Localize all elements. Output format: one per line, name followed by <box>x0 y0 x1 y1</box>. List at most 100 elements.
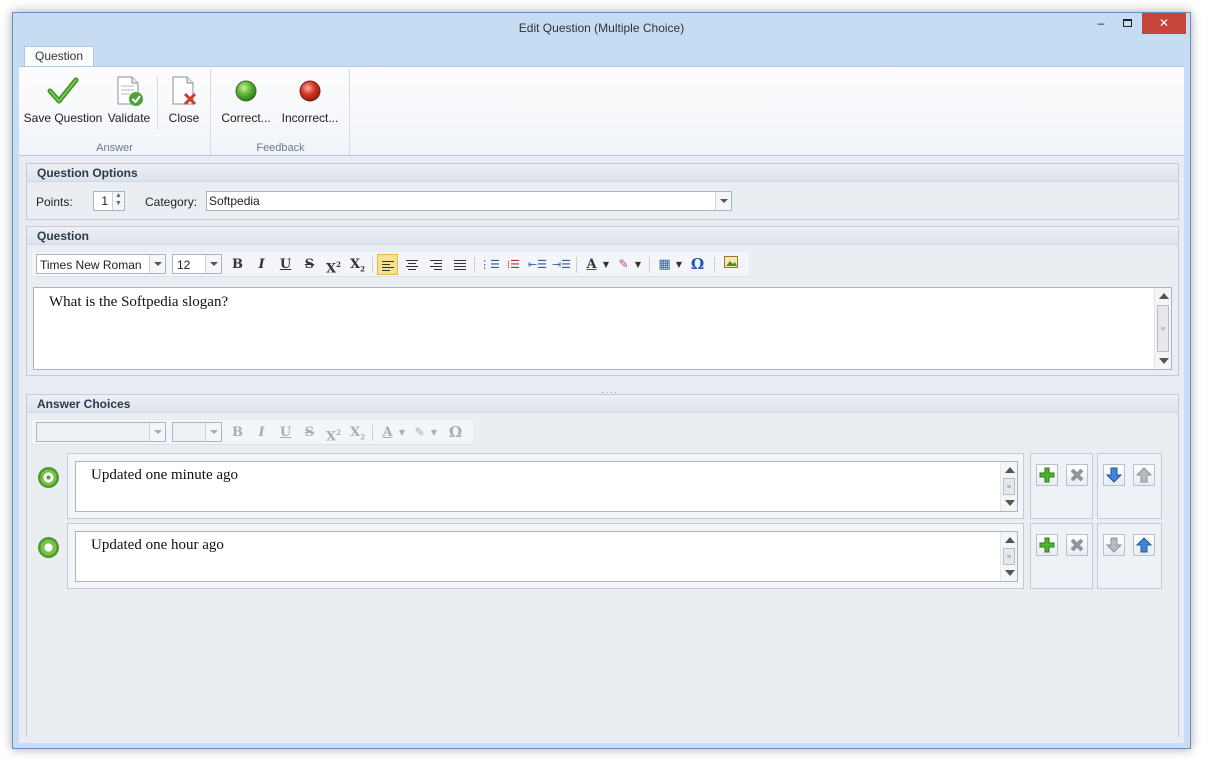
chevron-down-icon[interactable]: ▼ <box>601 254 611 275</box>
ribbon-group-feedback-label: Feedback <box>256 142 305 154</box>
question-text-editor[interactable]: What is the Softpedia slogan? ≡ <box>33 287 1172 370</box>
validate-button[interactable]: Validate <box>105 71 153 125</box>
points-input[interactable]: 1 ▲ ▼ <box>93 191 125 211</box>
font-color-icon[interactable]: A <box>581 254 602 275</box>
font-family-select[interactable]: Times New Roman <box>36 254 166 274</box>
scroll-up-icon[interactable] <box>1159 293 1169 299</box>
move-up-button[interactable] <box>1133 464 1155 486</box>
italic-icon[interactable]: I <box>251 254 272 275</box>
answer-choice-row: Updated one hour ago ≡ <box>26 523 1179 593</box>
omega-symbol-icon: Ω <box>448 423 463 441</box>
add-answer-button[interactable] <box>1036 464 1058 486</box>
ribbon-tab-strip: Question <box>19 43 1184 67</box>
answer-text-editor[interactable]: Updated one minute ago ≡ <box>75 461 1018 512</box>
underline-icon[interactable]: U <box>275 254 296 275</box>
scroll-thumb[interactable]: ≡ <box>1003 548 1015 565</box>
question-text: What is the Softpedia slogan? <box>49 294 229 310</box>
font-size-select <box>172 422 222 442</box>
scroll-thumb[interactable]: ≡ <box>1003 478 1015 495</box>
category-value: Softpedia <box>209 194 260 208</box>
align-right-icon[interactable] <box>425 254 446 275</box>
question-options-panel: Question Options Points: 1 ▲ ▼ Category: … <box>26 163 1179 220</box>
answer-text: Updated one hour ago <box>91 537 224 553</box>
move-down-button[interactable] <box>1103 464 1125 486</box>
insert-image-icon[interactable] <box>720 254 741 275</box>
scroll-down-icon[interactable] <box>1005 500 1015 506</box>
ribbon-separator <box>157 77 158 129</box>
add-answer-button[interactable] <box>1036 534 1058 556</box>
strikethrough-icon[interactable]: S <box>299 254 320 275</box>
underline-icon: U <box>279 425 292 440</box>
plus-icon <box>1039 537 1055 553</box>
omega-symbol-icon[interactable]: Ω <box>687 254 708 275</box>
correct-feedback-button[interactable]: Correct... <box>218 71 274 125</box>
arrow-down-icon <box>1106 537 1122 553</box>
chevron-down-icon[interactable] <box>149 255 165 273</box>
toolbar-separator <box>649 257 650 273</box>
save-question-button[interactable]: Save Question <box>23 71 103 125</box>
scroll-up-icon[interactable] <box>1005 467 1015 473</box>
correct-answer-radio[interactable] <box>38 467 59 488</box>
subscript-icon: X2 <box>350 425 365 442</box>
chevron-down-icon[interactable] <box>205 255 221 273</box>
scroll-down-icon[interactable] <box>1159 358 1169 364</box>
minimize-button[interactable]: – <box>1088 13 1114 34</box>
superscript-icon: X2 <box>326 428 341 445</box>
answer-frame: Updated one minute ago ≡ <box>67 453 1024 519</box>
incorrect-feedback-button[interactable]: Incorrect... <box>278 71 342 125</box>
tab-question[interactable]: Question <box>24 46 94 67</box>
bullet-list-icon[interactable]: ⋮☰ <box>479 254 500 275</box>
close-window-button[interactable]: ✕ <box>1142 13 1186 34</box>
chevron-down-icon <box>205 423 221 441</box>
add-remove-group <box>1030 523 1093 589</box>
subscript-icon[interactable]: X2 <box>347 254 368 275</box>
justify-icon[interactable] <box>449 254 470 275</box>
move-group <box>1097 523 1162 589</box>
outdent-icon[interactable]: ⇤☰ <box>527 254 548 275</box>
ribbon: Save Question Validate Close Answer Corr… <box>19 66 1184 156</box>
highlight-icon: ✎ <box>414 425 425 439</box>
correct-answer-radio[interactable] <box>38 537 59 558</box>
scroll-down-icon[interactable] <box>1005 570 1015 576</box>
points-value: 1 <box>101 194 108 208</box>
incorrect-label: Incorrect... <box>281 111 339 125</box>
chevron-down-icon[interactable]: ▼ <box>633 254 643 275</box>
numbered-list-icon[interactable]: ⁞☰ <box>503 254 524 275</box>
plus-icon <box>1039 467 1055 483</box>
answer-scrollbar[interactable]: ≡ <box>1000 462 1017 511</box>
points-spinner[interactable]: ▲ ▼ <box>112 192 124 210</box>
align-left-icon[interactable] <box>377 254 398 275</box>
category-select[interactable]: Softpedia <box>206 191 732 211</box>
answer-text-editor[interactable]: Updated one hour ago ≡ <box>75 531 1018 582</box>
chevron-down-icon[interactable]: ▼ <box>674 254 684 275</box>
validate-label: Validate <box>107 111 151 125</box>
question-scrollbar[interactable]: ≡ <box>1154 288 1171 369</box>
chevron-down-icon[interactable] <box>715 192 731 210</box>
toolbar-separator <box>474 257 475 273</box>
move-up-button[interactable] <box>1133 534 1155 556</box>
font-size-select[interactable]: 12 <box>172 254 222 274</box>
answer-scrollbar[interactable]: ≡ <box>1000 532 1017 581</box>
delete-answer-button[interactable] <box>1066 464 1088 486</box>
check-icon <box>47 77 79 104</box>
align-center-icon[interactable] <box>401 254 422 275</box>
indent-icon[interactable]: ⇥☰ <box>551 254 572 275</box>
ribbon-group-answer: Save Question Validate Close Answer <box>19 69 211 155</box>
scroll-up-icon[interactable] <box>1005 537 1015 543</box>
superscript-icon[interactable]: X2 <box>323 254 344 276</box>
italic-icon: I <box>258 425 265 440</box>
close-doc-icon <box>172 76 197 106</box>
move-down-button[interactable] <box>1103 534 1125 556</box>
maximize-button[interactable] <box>1114 13 1140 34</box>
arrow-down-icon <box>1106 467 1122 483</box>
validate-doc-icon <box>117 76 143 106</box>
table-icon[interactable]: ▦ <box>654 254 675 275</box>
bold-icon: B <box>232 425 243 440</box>
scroll-thumb[interactable]: ≡ <box>1157 305 1169 352</box>
bold-icon[interactable]: B <box>227 254 248 275</box>
delete-answer-button[interactable] <box>1066 534 1088 556</box>
question-panel: Question Times New Roman 12 B I U S X2 X… <box>26 226 1179 376</box>
highlight-icon[interactable]: ✎ <box>613 254 634 275</box>
font-color-icon: A <box>382 425 393 440</box>
close-button[interactable]: Close <box>163 71 205 125</box>
